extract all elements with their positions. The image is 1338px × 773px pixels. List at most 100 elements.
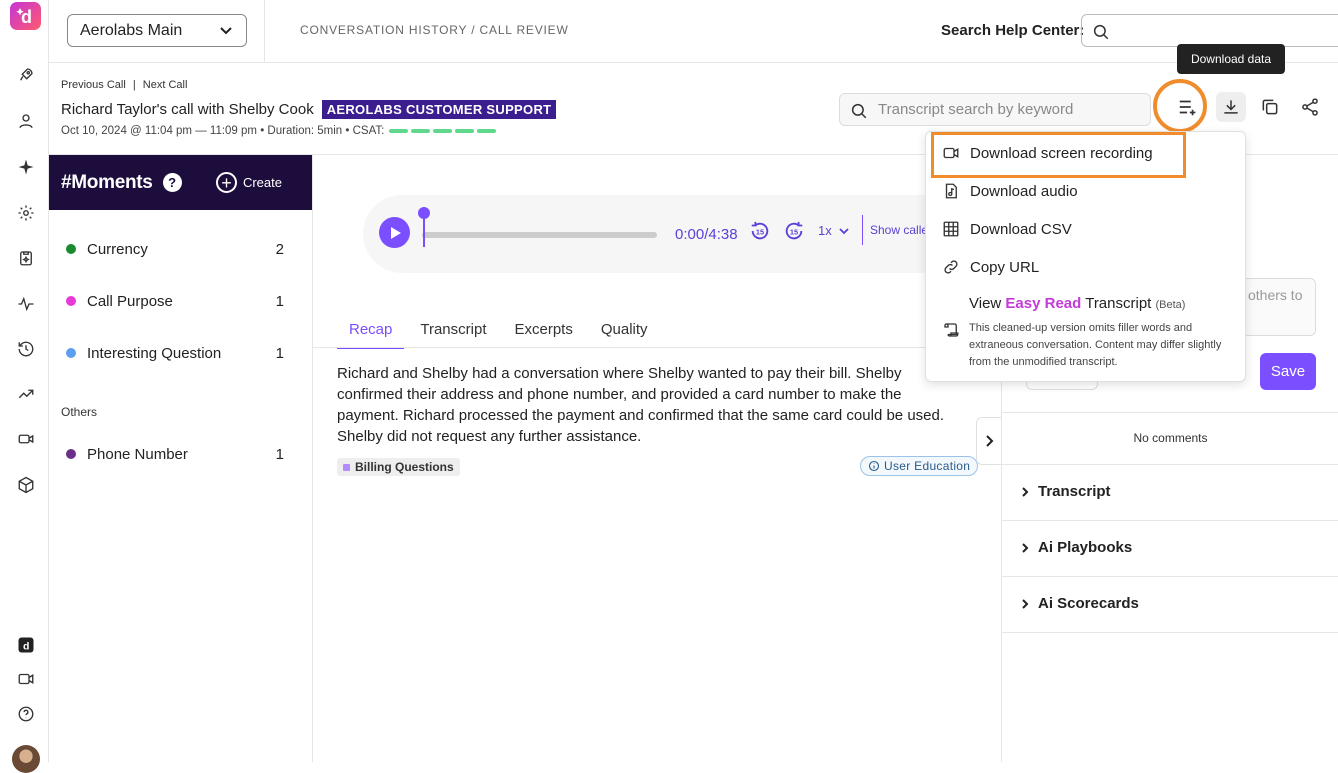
tab-quality[interactable]: Quality [589,317,660,349]
moment-count: 1 [275,445,284,463]
dialpad-app-icon[interactable]: d [15,634,37,656]
svg-text:d: d [21,7,32,27]
download-icon [1224,100,1238,114]
gear-icon[interactable] [15,202,37,224]
help-icon[interactable] [15,703,37,725]
section-label: Transcript [1038,483,1111,500]
moment-item-interesting-question[interactable]: Interesting Question 1 [49,338,313,368]
recap-text: Richard and Shelby had a conversation wh… [337,365,945,445]
workspace-select-value: Aerolabs Main [80,21,183,39]
copy-url-item[interactable]: Copy URL [942,258,1039,276]
topic-tag-label: Billing Questions [355,460,454,474]
easy-read-transcript-item[interactable]: View Easy Read Transcript (Beta) [969,295,1185,312]
previous-call-link[interactable]: Previous Call [61,79,126,91]
call-title: Richard Taylor's call with Shelby Cook A… [61,100,557,119]
tag-color-swatch [343,463,350,471]
chevron-right-icon [1022,598,1029,609]
show-caller-toggle[interactable]: Show caller [870,223,926,237]
clipboard-ai-icon[interactable] [15,247,37,269]
create-moment-button[interactable]: + Create [215,172,282,193]
divider [1002,520,1338,521]
create-label: Create [242,175,282,190]
share-button[interactable] [1295,92,1325,122]
tab-excerpts[interactable]: Excerpts [502,317,584,349]
rocket-icon[interactable] [15,64,37,86]
moment-count: 2 [275,240,284,258]
activity-icon[interactable] [15,293,37,315]
progress-track[interactable] [422,232,657,238]
help-search-input[interactable] [1081,14,1338,47]
chevron-down-icon [839,227,849,234]
moment-label: Interesting Question [87,344,222,362]
breadcrumb: CONVERSATION HISTORY / CALL REVIEW [300,23,569,37]
next-call-link[interactable]: Next Call [143,79,188,91]
section-transcript[interactable]: Transcript [1020,483,1111,500]
video-camera-icon[interactable] [15,668,37,690]
moment-item-currency[interactable]: Currency 2 [49,234,313,264]
download-data-button[interactable] [1216,92,1246,122]
download-audio-item[interactable]: Download audio [942,182,1078,200]
chevron-right-icon [1022,542,1029,553]
user-avatar[interactable] [12,745,40,773]
cube-icon[interactable] [15,474,37,496]
save-button[interactable]: Save [1260,353,1316,390]
user-icon[interactable] [15,110,37,132]
playback-speed-select[interactable]: 1x [818,223,850,238]
transcript-search-placeholder: Transcript search by keyword [878,101,1074,118]
copy-button[interactable] [1255,92,1285,122]
menu-item-label: Download CSV [970,220,1072,238]
call-title-text: Richard Taylor's call with Shelby Cook [61,101,314,118]
download-csv-item[interactable]: Download CSV [942,220,1072,238]
moment-count: 1 [275,344,284,362]
team-badge[interactable]: AEROLABS CUSTOMER SUPPORT [321,100,557,119]
sparkle-icon[interactable] [15,156,37,178]
section-ai-playbooks[interactable]: Ai Playbooks [1020,539,1132,556]
divider [1002,632,1338,633]
trending-up-icon[interactable] [15,383,37,405]
moment-item-phone-number[interactable]: Phone Number 1 [49,439,313,469]
tab-transcript[interactable]: Transcript [408,317,498,349]
copy-icon [1262,99,1278,115]
moments-title: #Moments [61,171,153,193]
skip-back-seconds: 15 [756,228,764,237]
divider [1002,576,1338,577]
category-tag[interactable]: User Education [860,456,979,476]
topic-tag[interactable]: Billing Questions [337,458,460,476]
expand-panel-button[interactable] [976,417,1002,465]
section-label: Ai Scorecards [1038,595,1139,612]
play-icon [390,226,401,239]
easy-read-label: View Easy Read Transcript (Beta) [969,295,1185,312]
playhead-handle[interactable] [418,207,430,219]
csat-indicator [389,129,497,133]
call-meta-text: Oct 10, 2024 @ 11:04 pm — 11:09 pm • Dur… [61,125,385,137]
playback-time: 0:00/4:38 [675,226,738,243]
comment-input[interactable]: others to [1242,278,1316,336]
workspace-select[interactable]: Aerolabs Main [67,14,247,47]
tab-divider [313,347,1001,348]
moment-count: 1 [275,292,284,310]
share-icon [1302,98,1318,116]
section-ai-scorecards[interactable]: Ai Scorecards [1020,595,1139,612]
skip-forward-icon[interactable]: 15 [783,220,805,242]
menu-item-label: Copy URL [970,258,1040,276]
divider [862,215,863,245]
moment-color-dot [66,296,76,306]
history-icon[interactable] [15,338,37,360]
easy-read-highlight: Easy Read [1005,295,1082,312]
table-icon [943,221,959,237]
moment-color-dot [66,348,76,358]
transcript-search-input[interactable]: Transcript search by keyword [839,93,1151,126]
moments-help-icon[interactable]: ? [162,173,182,192]
skip-back-icon[interactable]: 15 [749,220,771,242]
video-analytics-icon[interactable] [15,428,37,450]
nav-separator: | [132,79,136,91]
moment-color-dot [66,449,76,459]
link-icon [944,260,958,274]
play-button[interactable] [379,217,410,248]
content-tabs: Recap Transcript Excerpts Quality [337,317,664,349]
moment-item-call-purpose[interactable]: Call Purpose 1 [49,286,313,316]
audio-player: 0:00/4:38 15 15 1x Show caller [363,195,983,273]
app-logo-icon[interactable]: d [10,2,41,30]
tab-recap[interactable]: Recap [337,317,405,349]
search-icon [851,103,867,119]
